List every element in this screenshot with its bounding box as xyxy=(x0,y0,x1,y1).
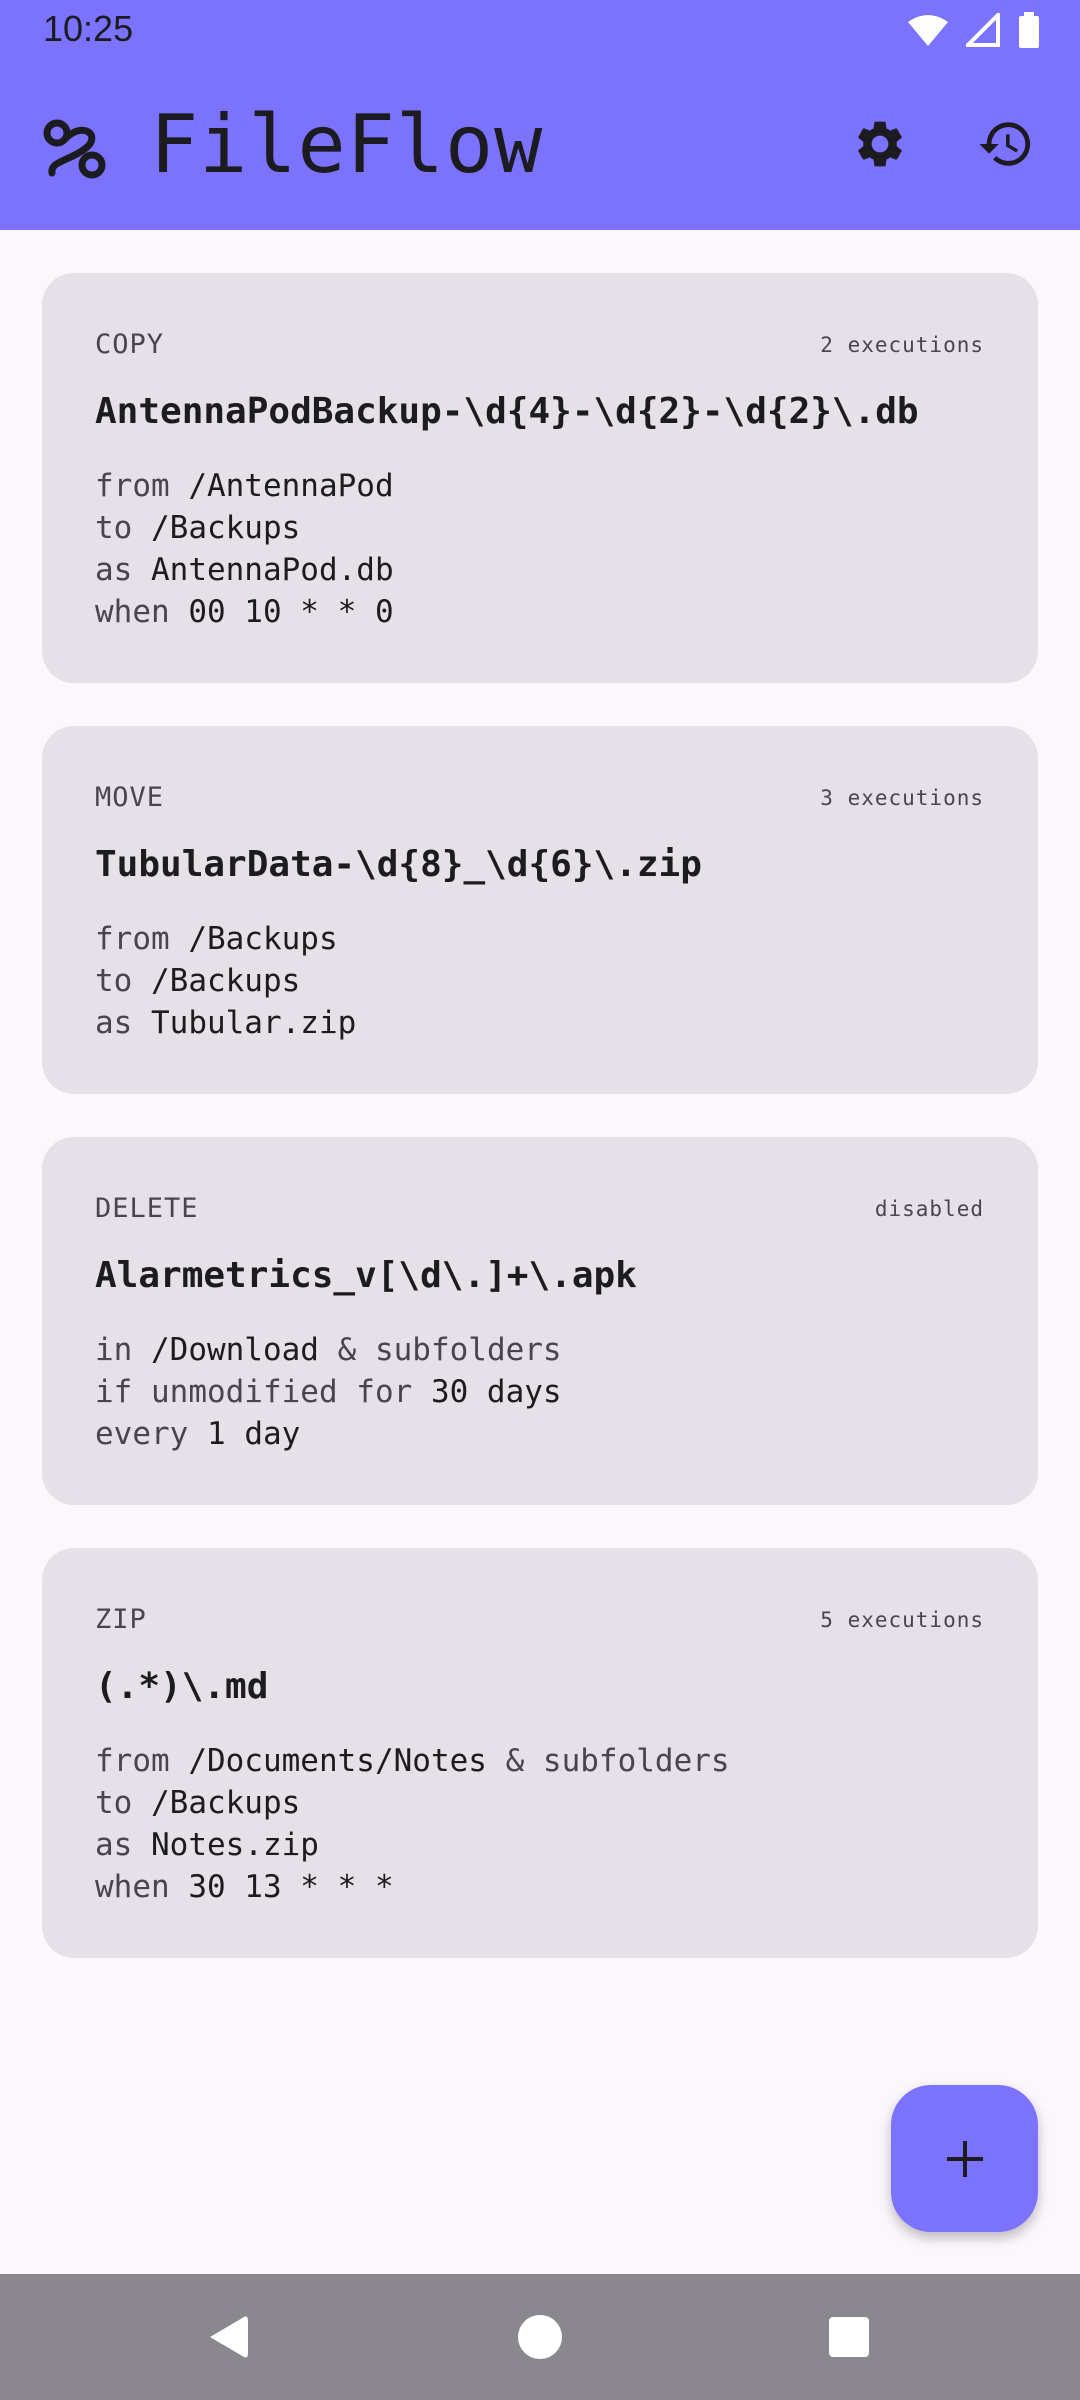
app-bar: 10:25 FileFlow xyxy=(0,0,1080,230)
battery-icon xyxy=(1019,12,1039,48)
rule-line: when 30 13 * * * xyxy=(95,1869,394,1905)
rule-details: from /Documents/Notes & subfolders to /Ba… xyxy=(95,1740,730,1908)
rule-details: in /Download & subfolders if unmodified f… xyxy=(95,1329,562,1455)
rule-card[interactable]: COPY 2 executions AntennaPodBackup-\d{4}… xyxy=(42,273,1038,683)
rule-card[interactable]: ZIP 5 executions (.*)\.md from /Document… xyxy=(42,1548,1038,1958)
back-triangle-icon xyxy=(210,2316,248,2358)
status-bar: 10:25 xyxy=(0,0,1080,62)
rule-line: to /Backups xyxy=(95,510,301,546)
rule-line: to /Backups xyxy=(95,1785,301,1821)
rule-type: ZIP xyxy=(95,1604,147,1635)
status-time: 10:25 xyxy=(43,8,134,49)
rule-type: COPY xyxy=(95,329,165,360)
rule-pattern: AntennaPodBackup-\d{4}-\d{2}-\d{2}\.db xyxy=(95,391,919,432)
nav-back-button[interactable] xyxy=(195,2304,261,2370)
rule-status: 5 executions xyxy=(820,1608,984,1632)
home-circle-icon xyxy=(518,2315,562,2359)
system-nav-bar xyxy=(0,2274,1080,2400)
rule-line: from /Backups xyxy=(95,921,338,957)
signal-icon xyxy=(966,13,1000,47)
rule-line: as AntennaPod.db xyxy=(95,552,394,588)
app-title: FileFlow xyxy=(150,98,544,191)
rule-details: from /Backups to /Backups as Tubular.zip xyxy=(95,918,356,1044)
history-icon xyxy=(979,122,1031,166)
rule-line: as Notes.zip xyxy=(95,1827,319,1863)
rule-line: as Tubular.zip xyxy=(95,1005,357,1041)
rule-type: MOVE xyxy=(95,782,165,813)
route-icon xyxy=(42,115,108,181)
rule-line: when 00 10 * * 0 xyxy=(95,594,394,630)
rule-status: 2 executions xyxy=(820,333,984,357)
recents-square-icon xyxy=(829,2317,869,2357)
rule-line: if unmodified for 30 days xyxy=(95,1374,562,1410)
rule-type: DELETE xyxy=(95,1193,199,1224)
gear-icon xyxy=(858,121,902,167)
rule-card[interactable]: DELETE disabled Alarmetrics_v[\d\.]+\.ap… xyxy=(42,1137,1038,1505)
wifi-icon xyxy=(908,15,948,46)
status-icons xyxy=(908,12,1040,48)
rule-pattern: Alarmetrics_v[\d\.]+\.apk xyxy=(95,1255,637,1296)
rule-line: from /AntennaPod xyxy=(95,468,394,504)
rule-details: from /AntennaPod to /Backups as AntennaPod… xyxy=(95,465,394,633)
rule-pattern: (.*)\.md xyxy=(95,1666,269,1707)
nav-recents-button[interactable] xyxy=(816,2304,882,2370)
rule-line: to /Backups xyxy=(95,963,301,999)
plus-icon xyxy=(946,2140,983,2177)
settings-button[interactable] xyxy=(848,112,912,176)
history-button[interactable] xyxy=(974,112,1038,176)
nav-home-button[interactable] xyxy=(507,2304,573,2370)
rule-line: in /Download & subfolders xyxy=(95,1332,562,1368)
rule-pattern: TubularData-\d{8}_\d{6}\.zip xyxy=(95,844,702,885)
rule-card[interactable]: MOVE 3 executions TubularData-\d{8}_\d{6… xyxy=(42,726,1038,1094)
rule-line: every 1 day xyxy=(95,1416,301,1452)
rule-line: from /Documents/Notes & subfolders xyxy=(95,1743,730,1779)
rule-status: 3 executions xyxy=(820,786,984,810)
rule-status: disabled xyxy=(874,1197,984,1221)
add-rule-button[interactable] xyxy=(891,2085,1038,2232)
